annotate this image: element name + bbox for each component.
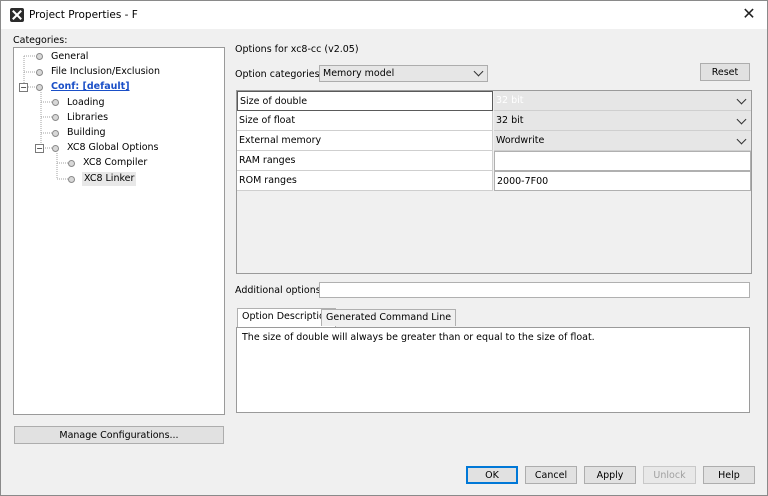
options-header: Options for xc8-cc (v2.05): [235, 44, 359, 55]
options-grid: Size of double 32 bit Size of float 32 b…: [236, 90, 752, 274]
option-name: Size of double: [237, 91, 493, 111]
option-name: External memory: [237, 131, 493, 151]
option-name: ROM ranges: [237, 171, 493, 191]
option-name: RAM ranges: [237, 151, 493, 171]
option-categories-label: Option categories:: [235, 69, 323, 80]
tree-item-file-inclusion[interactable]: File Inclusion/Exclusion: [51, 65, 160, 79]
option-value: Wordwrite: [496, 135, 545, 146]
option-value: 32 bit: [496, 95, 524, 106]
leaf-dot-icon: [68, 160, 75, 167]
option-categories-value: Memory model: [323, 68, 395, 79]
option-row-size-of-float[interactable]: Size of float 32 bit: [237, 111, 751, 131]
option-row-external-memory[interactable]: External memory Wordwrite: [237, 131, 751, 151]
leaf-dot-icon: [36, 69, 43, 76]
tree-item-building[interactable]: Building: [67, 126, 106, 140]
apply-button[interactable]: Apply: [584, 466, 636, 484]
project-properties-dialog: Project Properties - F ✕ Categories: Gen…: [0, 0, 768, 496]
option-value: 32 bit: [496, 115, 524, 126]
chevron-down-icon: [473, 66, 484, 77]
window-title: Project Properties - F: [29, 9, 138, 21]
chevron-down-icon: [736, 134, 747, 145]
categories-label: Categories:: [13, 35, 68, 46]
option-row-rom-ranges[interactable]: ROM ranges 2000-7F00: [237, 171, 751, 191]
tree-item-xc8-global-options[interactable]: XC8 Global Options: [67, 141, 159, 155]
tree-item-xc8-compiler[interactable]: XC8 Compiler: [83, 156, 147, 170]
collapse-icon[interactable]: −: [19, 83, 28, 92]
option-row-ram-ranges[interactable]: RAM ranges: [237, 151, 751, 171]
option-categories-select[interactable]: Memory model: [319, 65, 488, 82]
leaf-dot-icon: [52, 99, 59, 106]
categories-tree[interactable]: General File Inclusion/Exclusion − Conf:…: [13, 47, 225, 415]
option-value-dropdown[interactable]: 32 bit: [494, 91, 751, 111]
option-value-dropdown[interactable]: 32 bit: [494, 111, 751, 131]
help-button[interactable]: Help: [703, 466, 755, 484]
reset-button[interactable]: Reset: [700, 63, 750, 81]
manage-configurations-button[interactable]: Manage Configurations...: [14, 426, 224, 444]
leaf-dot-icon: [36, 84, 43, 91]
chevron-down-icon: [736, 94, 747, 105]
additional-options-label: Additional options:: [235, 285, 324, 296]
additional-options-input[interactable]: [319, 282, 750, 298]
app-logo-icon: [10, 8, 24, 22]
option-value-input[interactable]: 2000-7F00: [494, 171, 751, 191]
unlock-button[interactable]: Unlock: [643, 466, 696, 484]
ok-button[interactable]: OK: [466, 466, 518, 484]
leaf-dot-icon: [52, 130, 59, 137]
tree-item-libraries[interactable]: Libraries: [67, 111, 108, 125]
option-name: Size of float: [237, 111, 493, 131]
title-bar: Project Properties - F ✕: [1, 1, 767, 29]
close-icon[interactable]: ✕: [739, 5, 759, 23]
option-row-size-of-double[interactable]: Size of double 32 bit: [237, 91, 751, 111]
cancel-button[interactable]: Cancel: [525, 466, 577, 484]
leaf-dot-icon: [52, 114, 59, 121]
chevron-down-icon: [736, 114, 747, 125]
tree-item-loading[interactable]: Loading: [67, 96, 104, 110]
option-description-text: The size of double will always be greate…: [236, 327, 750, 413]
collapse-icon[interactable]: −: [35, 144, 44, 153]
tree-item-general[interactable]: General: [51, 50, 88, 64]
leaf-dot-icon: [52, 145, 59, 152]
tab-generated-command-line[interactable]: Generated Command Line: [321, 309, 457, 326]
tree-item-xc8-linker[interactable]: XC8 Linker: [82, 172, 137, 186]
option-value-dropdown[interactable]: Wordwrite: [494, 131, 751, 151]
option-value-input[interactable]: [494, 151, 751, 171]
leaf-dot-icon: [68, 176, 75, 183]
tree-item-conf-default[interactable]: Conf: [default]: [51, 80, 130, 94]
leaf-dot-icon: [36, 53, 43, 60]
